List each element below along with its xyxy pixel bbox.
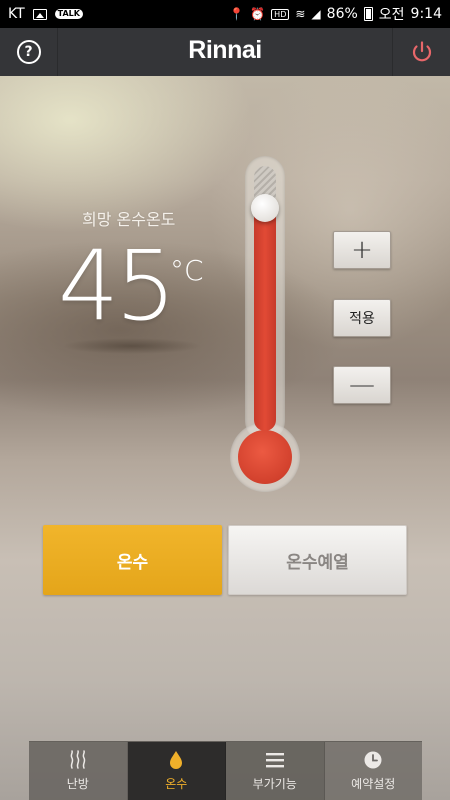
water-drop-icon — [168, 750, 184, 770]
hd-voice-icon: HD — [271, 8, 290, 20]
nav-item-hot-water[interactable]: 온수 — [127, 742, 226, 800]
carrier-label: KT — [8, 6, 25, 22]
thermometer-bulb — [238, 430, 292, 484]
clock-time: 9:14 — [410, 6, 442, 22]
menu-lines-icon — [265, 750, 285, 770]
wifi-icon: ≋ — [295, 7, 306, 21]
nav-item-heating[interactable]: 난방 — [29, 742, 128, 800]
bottom-nav: 난방 온수 부가기능 예약설정 — [29, 741, 422, 800]
nav-item-extra-functions[interactable]: 부가기능 — [226, 742, 325, 800]
help-button[interactable]: ? — [0, 28, 58, 76]
nav-label-schedule: 예약설정 — [351, 777, 396, 791]
battery-percent: 86% — [326, 6, 358, 22]
temp-shadow — [62, 338, 202, 354]
thermometer-fill — [254, 208, 276, 431]
target-temp-label: 희망 온수온도 — [82, 210, 176, 229]
brand-logo: Rinnai — [188, 36, 262, 64]
location-icon: 📍 — [229, 7, 245, 21]
nav-label-heating: 난방 — [66, 777, 89, 791]
target-temp-value: 45 — [58, 230, 176, 342]
nav-item-schedule[interactable]: 예약설정 — [324, 742, 422, 800]
gallery-notification-icon — [32, 8, 47, 20]
nav-label-extra-functions: 부가기능 — [252, 777, 297, 791]
increase-temp-button[interactable]: + — [333, 231, 391, 269]
decrease-temp-button[interactable]: — — [333, 366, 391, 404]
app-header: ? Rinnai — [0, 28, 450, 76]
temp-unit: °C — [170, 254, 204, 287]
status-bar: KT TALK 📍 ⏰ HD ≋ ◢ 86% 오전 9:14 — [0, 0, 450, 28]
hot-water-mode-button[interactable]: 온수 — [43, 525, 222, 595]
power-button[interactable] — [392, 28, 450, 76]
nav-label-hot-water: 온수 — [165, 777, 188, 791]
hot-water-preheat-button[interactable]: 온수예열 — [228, 525, 407, 595]
power-icon — [412, 41, 431, 62]
help-icon: ? — [16, 40, 41, 64]
signal-icon: ◢ — [311, 7, 321, 21]
thermometer-handle[interactable] — [251, 194, 279, 222]
ampm-label: 오전 — [378, 7, 405, 23]
apply-button[interactable]: 적용 — [333, 299, 391, 337]
clock-icon — [363, 750, 383, 770]
silent-alarm-icon: ⏰ — [250, 7, 266, 21]
kakaotalk-notification-icon: TALK — [54, 9, 83, 19]
battery-icon — [363, 7, 373, 21]
heat-waves-icon — [68, 750, 88, 770]
thermometer-slider[interactable] — [220, 150, 310, 500]
